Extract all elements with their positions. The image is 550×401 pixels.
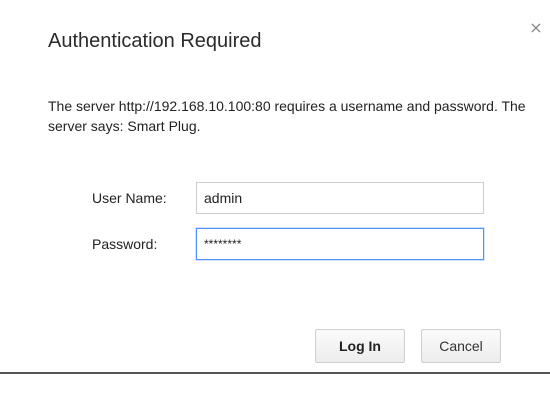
server-message: The server http://192.168.10.100:80 requ… [48, 98, 526, 134]
password-label: Password: [92, 236, 158, 252]
log-in-button[interactable]: Log In [315, 329, 405, 363]
auth-dialog: Authentication Required × The server htt… [0, 0, 550, 372]
password-input[interactable] [196, 228, 484, 260]
close-icon[interactable]: × [528, 20, 544, 36]
username-label: User Name: [92, 190, 167, 206]
dialog-bottom-border [0, 372, 550, 374]
dialog-title: Authentication Required [48, 30, 262, 52]
cancel-button[interactable]: Cancel [421, 329, 501, 363]
username-input[interactable] [196, 182, 484, 214]
